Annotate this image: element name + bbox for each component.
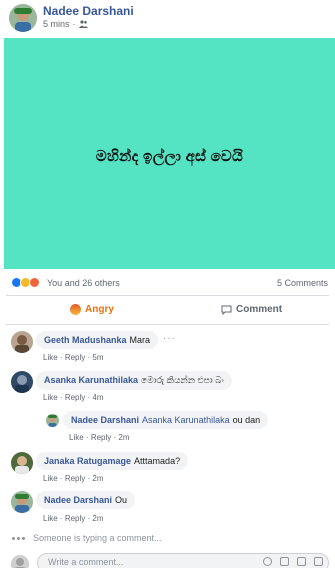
reaction-button[interactable]: Angry (70, 304, 114, 315)
commenter-name[interactable]: Geeth Madushanka (44, 335, 127, 345)
reply-time[interactable]: 2m (118, 433, 129, 442)
post-meta: 5 mins · (43, 19, 88, 29)
commenter-avatar[interactable] (11, 331, 33, 353)
friends-icon[interactable] (78, 20, 88, 28)
comment-bubble: Geeth Madushanka Mara (36, 331, 159, 349)
reply-text: ou dan (232, 415, 261, 425)
comment-time[interactable]: 2m (92, 474, 103, 483)
commenter-name[interactable]: Nadee Darshani (44, 495, 112, 505)
gif-icon[interactable] (297, 557, 306, 566)
reply-avatar[interactable] (46, 414, 59, 427)
comment-text: මොරු කියන්න එපා බං (141, 375, 224, 385)
comment-composer: Write a comment... (0, 552, 335, 568)
post-author-name[interactable]: Nadee Darshani (43, 4, 134, 18)
comment-actions: Like · Reply · 5m (43, 353, 104, 362)
comment-actions: Like · Reply · 2m (43, 474, 104, 483)
comment-reply-link[interactable]: Reply (65, 474, 85, 483)
reply-actions: Like · Reply · 2m (69, 433, 130, 442)
reactions-summary: You and 26 others 5 Comments (0, 272, 335, 294)
composer-avatar (11, 555, 29, 568)
comment-like-link[interactable]: Like (43, 393, 58, 402)
comment-actions: Like · Reply · 2m (43, 514, 104, 523)
author-avatar[interactable] (9, 4, 37, 32)
comments-list: Geeth Madushanka Mara ··· Like · Reply · … (0, 325, 335, 568)
comment-button-label: Comment (236, 304, 283, 315)
typing-dots-icon (12, 536, 25, 540)
sticker-icon[interactable] (314, 557, 323, 566)
typing-indicator: Someone is typing a comment... (12, 533, 162, 543)
post-text: මහින්ද ඉල්ලා අස් වෙයි (95, 148, 244, 165)
reply-like-link[interactable]: Like (69, 433, 84, 442)
comment-icon (221, 305, 232, 315)
mentioned-user[interactable]: Asanka Karunathilaka (142, 415, 230, 425)
comment-text: Ou (115, 495, 128, 505)
post-canvas[interactable]: මහින්ද ඉල්ලා අස් වෙයි (4, 38, 335, 269)
more-options-icon[interactable]: ··· (163, 333, 176, 344)
typing-text: Someone is typing a comment... (33, 533, 162, 543)
comment-time[interactable]: 4m (92, 393, 103, 402)
reaction-button-label: Angry (85, 304, 114, 315)
angry-face-icon (70, 304, 81, 315)
reply-bubble: Nadee Darshani Asanka Karunathilaka ou dan (63, 411, 269, 429)
camera-icon[interactable] (280, 557, 289, 566)
comment-time[interactable]: 5m (92, 353, 103, 362)
action-bar: Angry Comment (0, 297, 335, 324)
comment-button[interactable]: Comment (221, 304, 282, 315)
post-time[interactable]: 5 mins (43, 19, 70, 29)
comment-text: Mara (129, 335, 151, 345)
comment-text: Atttamada? (134, 456, 181, 466)
meta-separator: · (72, 19, 76, 29)
reaction-count[interactable]: You and 26 others (47, 278, 120, 288)
comment-time[interactable]: 2m (92, 514, 103, 523)
post-header: Nadee Darshani 5 mins · (0, 0, 335, 38)
commenter-avatar[interactable] (11, 452, 33, 474)
reply-reply-link[interactable]: Reply (91, 433, 111, 442)
comments-count[interactable]: 5 Comments (277, 278, 328, 288)
emoji-icon[interactable] (263, 557, 272, 566)
composer-icons (263, 557, 323, 566)
comment-like-link[interactable]: Like (43, 514, 58, 523)
replier-name[interactable]: Nadee Darshani (71, 415, 139, 425)
commenter-avatar[interactable] (11, 371, 33, 393)
comment-reply-link[interactable]: Reply (65, 393, 85, 402)
commenter-avatar[interactable] (11, 491, 33, 513)
reaction-icons[interactable] (11, 277, 40, 288)
commenter-name[interactable]: Janaka Ratugamage (44, 456, 131, 466)
divider (6, 295, 329, 296)
comment-like-link[interactable]: Like (43, 474, 58, 483)
comment-input-placeholder: Write a comment... (48, 557, 124, 567)
comment-bubble: Janaka Ratugamage Atttamada? (36, 452, 189, 470)
angry-reaction-icon (29, 277, 40, 288)
comment-reply-link[interactable]: Reply (65, 353, 85, 362)
comment-bubble: Nadee Darshani Ou (36, 491, 136, 509)
comment-reply-link[interactable]: Reply (65, 514, 85, 523)
comment-actions: Like · Reply · 4m (43, 393, 104, 402)
commenter-name[interactable]: Asanka Karunathilaka (44, 375, 138, 385)
comment-bubble: Asanka Karunathilaka මොරු කියන්න එපා බං (36, 371, 232, 390)
comment-like-link[interactable]: Like (43, 353, 58, 362)
